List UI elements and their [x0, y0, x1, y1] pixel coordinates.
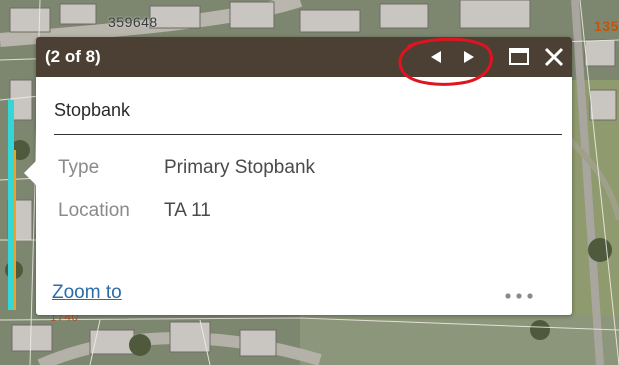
maximize-icon [509, 48, 529, 65]
parcel-label: 135 [594, 18, 619, 34]
previous-feature-button[interactable] [425, 45, 447, 69]
parcel-label: 359648 [108, 14, 158, 30]
close-icon [544, 47, 564, 67]
attribute-label-type: Type [58, 157, 100, 178]
title-divider [54, 134, 562, 135]
close-button[interactable] [543, 45, 565, 69]
attribute-value-location: TA 11 [164, 200, 211, 221]
popup-title: Stopbank [54, 100, 131, 120]
popup-pointer [24, 161, 36, 185]
triangle-right-icon [464, 51, 474, 63]
attribute-label-location: Location [58, 200, 130, 221]
maximize-button[interactable] [508, 45, 530, 69]
ellipsis-icon [505, 293, 533, 299]
attribute-value-type: Primary Stopbank [164, 157, 316, 178]
triangle-left-icon [431, 51, 441, 63]
feature-counter: (2 of 8) [45, 47, 101, 66]
feature-popup: (2 of 8) Stopbank Type Primary Stopbank … [24, 37, 572, 315]
next-feature-button[interactable] [458, 45, 480, 69]
popup-header: (2 of 8) [36, 37, 572, 77]
zoom-to-link[interactable]: Zoom to [52, 282, 122, 304]
more-actions-button[interactable] [502, 289, 536, 303]
